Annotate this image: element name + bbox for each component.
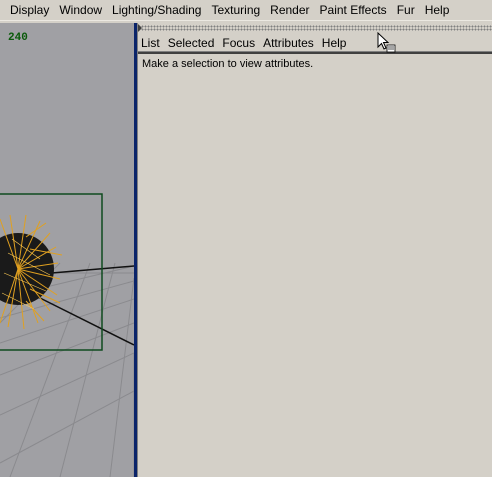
- menu-fur[interactable]: Fur: [392, 0, 420, 20]
- attribute-editor-panel: List Selected Focus Attributes Help Make…: [138, 23, 492, 477]
- menu-display[interactable]: Display: [0, 0, 54, 20]
- tearoff-strip[interactable]: [138, 25, 492, 31]
- fur-ball: [0, 214, 63, 330]
- menu-window[interactable]: Window: [54, 0, 107, 20]
- ae-menu-list[interactable]: List: [138, 35, 164, 51]
- 3d-viewport[interactable]: 240: [0, 23, 134, 477]
- ae-menu-selected[interactable]: Selected: [164, 35, 219, 51]
- main-menubar: Display Window Lighting/Shading Texturin…: [0, 0, 492, 21]
- attribute-editor-menubar: List Selected Focus Attributes Help: [138, 35, 350, 51]
- menu-lighting-shading[interactable]: Lighting/Shading: [107, 0, 206, 20]
- ae-menu-help[interactable]: Help: [318, 35, 351, 51]
- menu-help[interactable]: Help: [420, 0, 455, 20]
- menu-render[interactable]: Render: [265, 0, 314, 20]
- axis-line-z: [29, 292, 134, 346]
- empty-selection-message: Make a selection to view attributes.: [142, 58, 314, 70]
- viewport-scene: [0, 193, 134, 477]
- menu-texturing[interactable]: Texturing: [206, 0, 265, 20]
- mouse-cursor-icon: [377, 32, 396, 53]
- frame-counter: 240: [8, 32, 28, 44]
- ae-menu-focus[interactable]: Focus: [218, 35, 259, 51]
- menu-paint-effects[interactable]: Paint Effects: [315, 0, 392, 20]
- ae-menu-attributes[interactable]: Attributes: [259, 35, 318, 51]
- attribute-editor-body: Make a selection to view attributes.: [138, 54, 492, 477]
- tearoff-arrow-icon[interactable]: [138, 24, 142, 32]
